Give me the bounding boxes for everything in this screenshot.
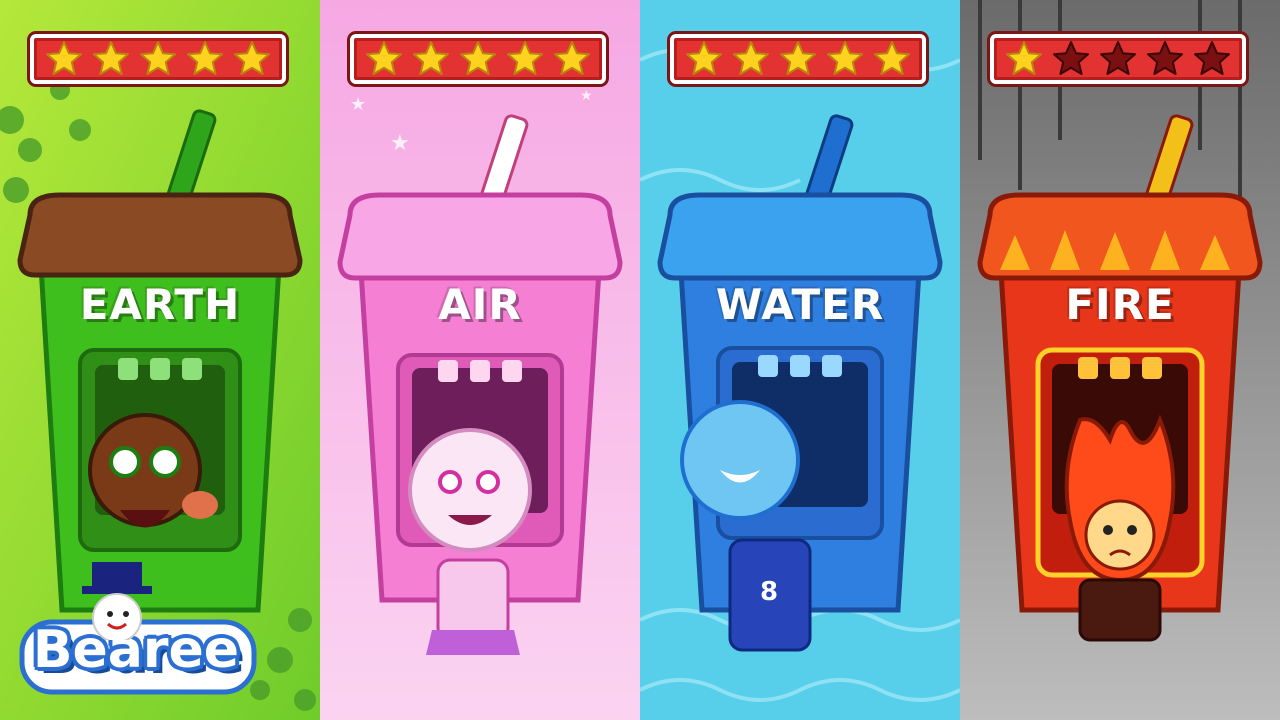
snowman-mascot-icon — [82, 562, 152, 640]
air-label: AIR — [438, 280, 522, 329]
panel-fire: FIRE — [960, 0, 1280, 720]
air-cup — [337, 114, 623, 655]
fire-cup — [977, 114, 1263, 642]
earth-label: EARTH — [79, 280, 241, 329]
water-cup: 8 — [657, 114, 943, 652]
panel-earth: EARTH Bearee — [0, 0, 320, 720]
panel-water: 8 WATER — [640, 0, 960, 720]
panel-air: ★ ★ ★ AIR — [320, 0, 640, 720]
svg-text:8: 8 — [760, 577, 778, 607]
fire-label: FIRE — [1065, 280, 1175, 329]
water-label: WATER — [715, 280, 885, 329]
